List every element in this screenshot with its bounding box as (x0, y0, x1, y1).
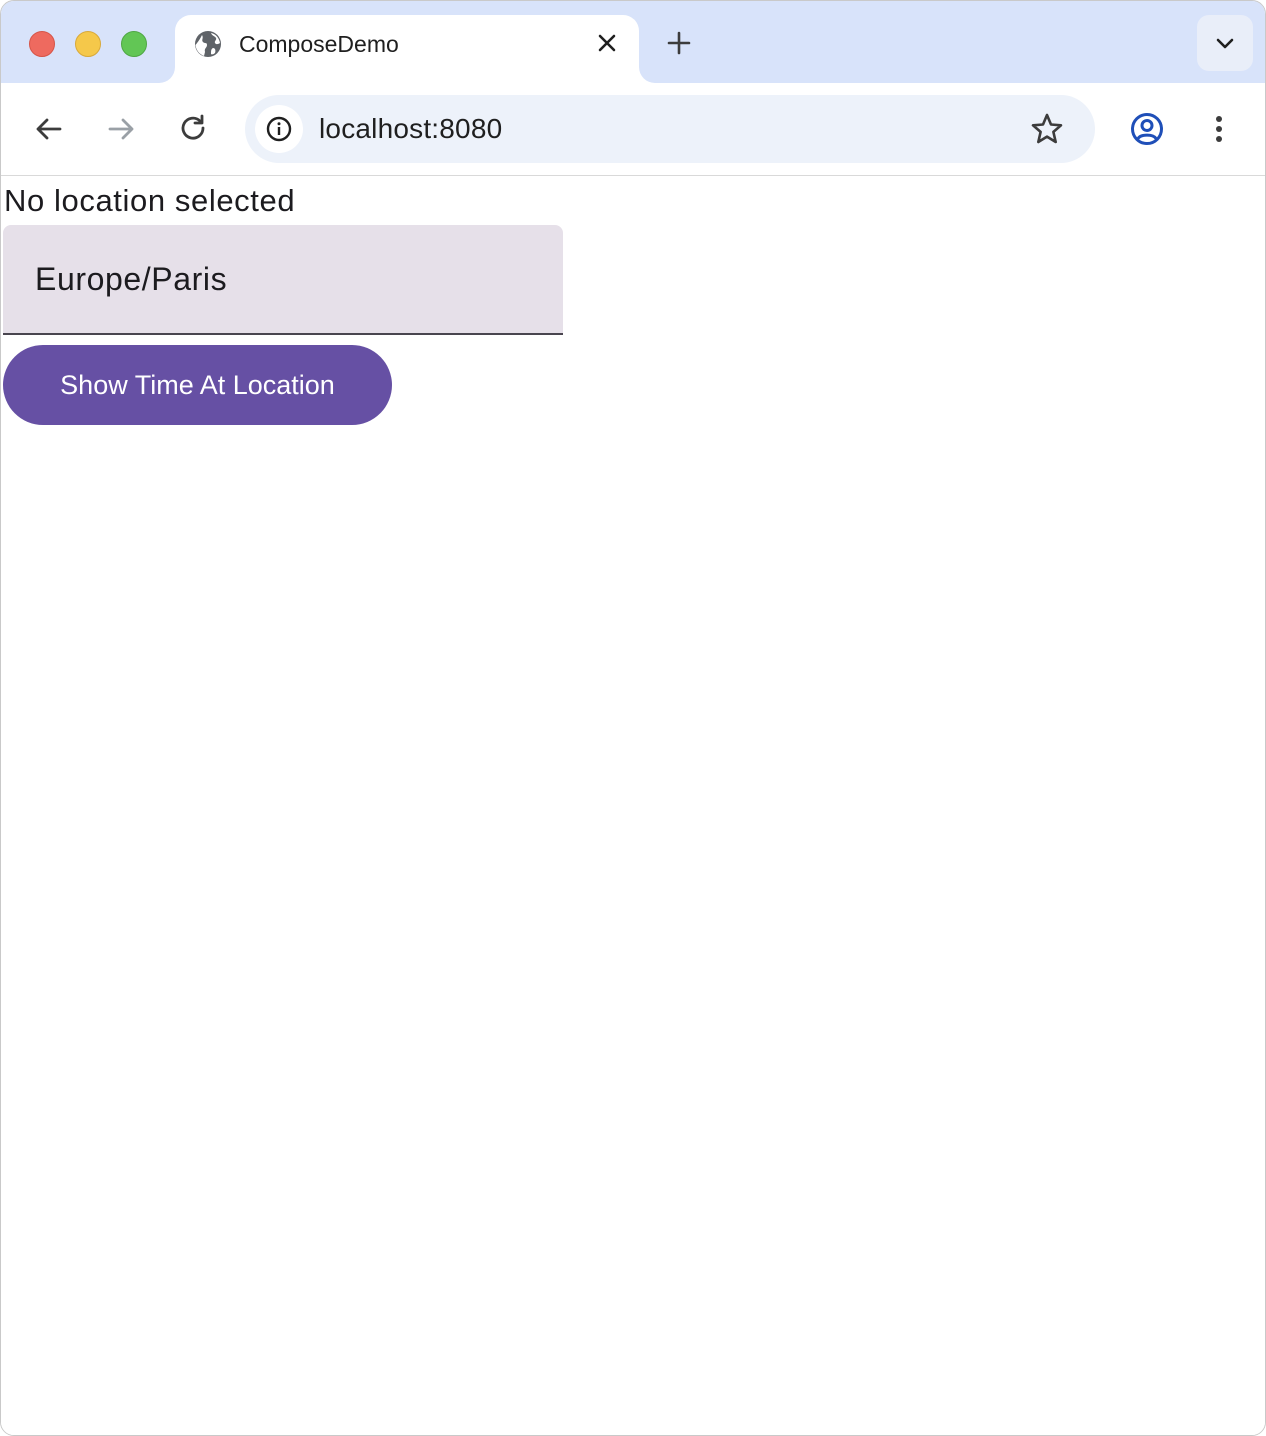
chevron-down-icon (1216, 38, 1234, 49)
kebab-menu-icon[interactable] (1201, 111, 1237, 147)
back-button[interactable] (31, 111, 67, 147)
star-icon[interactable] (1029, 111, 1065, 147)
close-window-button[interactable] (29, 31, 55, 57)
page-content: No location selected Show Time At Locati… (1, 176, 1265, 1435)
url-text[interactable]: localhost:8080 (319, 112, 502, 146)
forward-button[interactable] (103, 111, 139, 147)
tab-search-button[interactable] (1197, 15, 1253, 71)
browser-toolbar: localhost:8080 (1, 83, 1265, 176)
show-time-button[interactable]: Show Time At Location (3, 345, 392, 425)
arrow-left-icon (36, 118, 62, 140)
tab-composedemo[interactable]: ComposeDemo (175, 15, 639, 83)
minimize-window-button[interactable] (75, 31, 101, 57)
address-bar[interactable]: localhost:8080 (245, 95, 1095, 163)
arrow-right-icon (108, 118, 134, 140)
close-icon[interactable] (593, 29, 621, 57)
globe-icon (193, 29, 223, 59)
location-input[interactable] (3, 225, 563, 333)
plus-icon[interactable] (663, 27, 695, 59)
tab-title: ComposeDemo (239, 31, 399, 57)
site-info-button[interactable] (255, 105, 303, 153)
browser-window: ComposeDemo localhost:8080 No location s… (0, 0, 1266, 1436)
info-icon (266, 116, 292, 142)
profile-icon[interactable] (1129, 111, 1165, 147)
maximize-window-button[interactable] (121, 31, 147, 57)
tab-strip: ComposeDemo (1, 1, 1265, 83)
reload-icon (181, 114, 205, 140)
location-status-text: No location selected (4, 183, 296, 218)
location-text-field[interactable] (3, 225, 563, 335)
reload-button[interactable] (175, 111, 211, 147)
